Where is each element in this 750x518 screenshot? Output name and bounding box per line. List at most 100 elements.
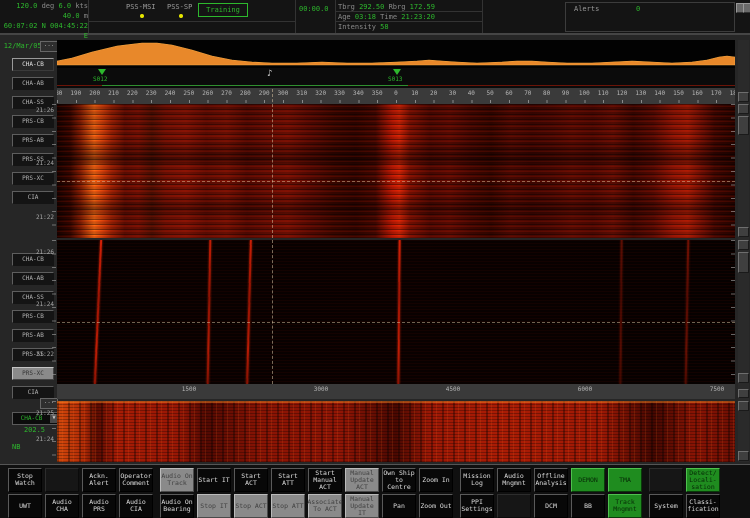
sidebar-stack-1: CHA-CBCHA-ABCHA-SSPRS-CBPRS-ABPRS-SSPRS-… <box>0 58 54 210</box>
frequency-tick-label: 7500 <box>710 386 724 393</box>
bearing-tick-label: 60 <box>505 90 512 97</box>
panel-button-stop-it[interactable]: Stop IT <box>197 494 231 518</box>
waterfall-broadband[interactable] <box>57 401 735 462</box>
bearing-tick-label: 70 <box>524 90 531 97</box>
scroll-thumb-wf1[interactable] <box>738 116 749 135</box>
panel-button-uwt[interactable]: UWT <box>8 494 42 518</box>
panel-button-audio-prs[interactable]: Audio PRS <box>82 494 116 518</box>
sidebar-button-prs-cb[interactable]: PRS-CB <box>12 115 54 128</box>
panel-button-manual-update-act[interactable]: Manual Update ACT <box>345 468 379 492</box>
cursor-horizontal-wf1 <box>57 181 735 182</box>
sidebar-button-prs-xc[interactable]: PRS-XC <box>12 172 54 185</box>
signal-trace <box>94 240 102 384</box>
bearing-tick-label: 120 <box>617 90 628 97</box>
scroll-thumb-wf2[interactable] <box>738 252 749 273</box>
panel-button-mission-log[interactable]: Mission Log <box>460 468 494 492</box>
panel-button-stop-watch[interactable]: Stop Watch <box>8 468 42 492</box>
panel-button-associate-to-act[interactable]: Associate To ACT <box>308 494 342 518</box>
sidebar-button-prs-ab[interactable]: PRS-AB <box>12 329 54 342</box>
panel-button-zoom-out[interactable]: Zoom Out <box>419 494 453 518</box>
scroll-down-button-wf3[interactable] <box>738 451 749 461</box>
panel-button-dcm[interactable]: DCM <box>534 494 568 518</box>
time-label: 21:26 <box>26 249 54 256</box>
signal-trace <box>397 240 400 384</box>
panel-button-audio-mngmnt[interactable]: Audio Mngmnt <box>497 468 531 492</box>
waterfall-frequency[interactable] <box>57 240 735 384</box>
bearing-tick-label: 300 <box>278 90 289 97</box>
frequency-tick-label: 1500 <box>182 386 196 393</box>
scroll-down-button-wf2[interactable] <box>738 373 749 383</box>
music-note-icon[interactable]: ♪ <box>267 69 272 79</box>
scroll-down-button-wf1[interactable] <box>738 227 749 237</box>
bearing-tick-label: 130 <box>635 90 646 97</box>
right-ticks-wf1 <box>731 104 735 238</box>
panel-button-bb[interactable]: BB <box>571 494 605 518</box>
header-mini-button[interactable] <box>743 3 750 13</box>
panel-button-demon[interactable]: DEMON <box>571 468 605 492</box>
panel-button-start-att[interactable]: Start ATT <box>271 468 305 492</box>
alerts-count: 0 <box>636 5 640 13</box>
time-label: 21:22 <box>26 351 54 358</box>
waterfall-bearing-time[interactable] <box>57 104 735 238</box>
panel-button-offline-analysis[interactable]: Offline Analysis <box>534 468 568 492</box>
bearing-tick-label: 50 <box>487 90 494 97</box>
scroll-up-button-wf2[interactable] <box>738 240 749 250</box>
sidebar-button-cha-ab[interactable]: CHA-AB <box>12 77 54 90</box>
panel-button-audio-on-bearing[interactable]: Audio On Bearing <box>160 494 194 518</box>
sidebar-button-cia[interactable]: CIA <box>12 191 54 204</box>
panel-button-start-act[interactable]: Start ACT <box>234 468 268 492</box>
header-bar: 120.0 deg 6.0 kts 40.0 m 60:07:02 N 004:… <box>0 0 750 35</box>
bearing-tick-label: 170 <box>711 90 722 97</box>
tbrg-value: 292.50 <box>359 3 384 11</box>
bearing-tick-label: 180 <box>730 90 735 97</box>
mode-badge: Training <box>198 3 248 17</box>
sidebar-button-cha-cb[interactable]: CHA-CB <box>12 58 54 71</box>
divider <box>335 0 336 33</box>
sidebar-button-prs-xc[interactable]: PRS-XC <box>12 367 54 380</box>
panel-button-pan[interactable]: Pan <box>382 494 416 518</box>
panel-button-tma[interactable]: TMA <box>608 468 642 492</box>
bearing-tick-label: 310 <box>296 90 307 97</box>
scroll-up-button-wf3[interactable] <box>738 401 749 411</box>
divider <box>295 0 296 33</box>
bearing-tick-label: 0 <box>394 90 398 97</box>
stopwatch-readout: 00:00.0 <box>299 5 329 13</box>
bearing-tick-label: 230 <box>146 90 157 97</box>
time-label: 21:24 <box>26 301 54 308</box>
panel-button-start-manual-act[interactable]: Start Manual ACT <box>308 468 342 492</box>
age-value: 03:18 <box>355 13 376 21</box>
panel-button-zoom-in[interactable]: Zoom In <box>419 468 453 492</box>
panel-button-own-ship-to-centre[interactable]: Own Ship to Centre <box>382 468 416 492</box>
panel-button-track-mngmnt[interactable]: Track Mngmnt <box>608 494 642 518</box>
time-label: 21:24 <box>26 436 54 443</box>
panel-button-audio-on-track[interactable]: Audio On Track <box>160 468 194 492</box>
sidebar-button-prs-ab[interactable]: PRS-AB <box>12 134 54 147</box>
panel-button-stop-act[interactable]: Stop ACT <box>234 494 268 518</box>
panel-button-audio-cha[interactable]: Audio CHA <box>45 494 79 518</box>
panel-button-stop-att[interactable]: Stop ATT <box>271 494 305 518</box>
contact-readout: Tbrg 292.50 Rbrg 172.59 Age 03:18 Time 2… <box>338 2 482 32</box>
panel-button-operator-comment[interactable]: Operator Comment <box>119 468 153 492</box>
divider <box>482 0 483 33</box>
marker-label: S012 <box>93 76 107 83</box>
bearing-tick-label: 290 <box>259 90 270 97</box>
panel-button-audio-cia[interactable]: Audio CIA <box>119 494 153 518</box>
scroll-corner-button[interactable] <box>738 92 749 102</box>
panel-button-ackn-alert[interactable]: Ackn. Alert <box>82 468 116 492</box>
panel-button-detect-locali-sation[interactable]: Detect/ Locali- sation <box>686 468 720 492</box>
scroll-corner-button-2[interactable] <box>738 389 749 398</box>
right-ticks-wf2 <box>731 240 735 384</box>
sidebar-button-prs-cb[interactable]: PRS-CB <box>12 310 54 323</box>
panel-button-ppi-settings[interactable]: PPI Settings <box>460 494 494 518</box>
panel-button-manual-update-it[interactable]: Manual Update IT <box>345 494 379 518</box>
scroll-up-button-wf1[interactable] <box>738 104 749 114</box>
bearing-tick-label: 140 <box>654 90 665 97</box>
panel-button-system[interactable]: System <box>649 494 683 518</box>
panel-button-start-it[interactable]: Start IT <box>197 468 231 492</box>
panel-button-classi-fication[interactable]: Classi- fication <box>686 494 720 518</box>
signal-trace <box>685 240 690 384</box>
more-options-button-top[interactable]: ... <box>40 41 58 52</box>
band-readout: NB <box>12 443 20 451</box>
bearing-overview-display[interactable] <box>57 40 735 68</box>
sidebar-button-cha-ab[interactable]: CHA-AB <box>12 272 54 285</box>
